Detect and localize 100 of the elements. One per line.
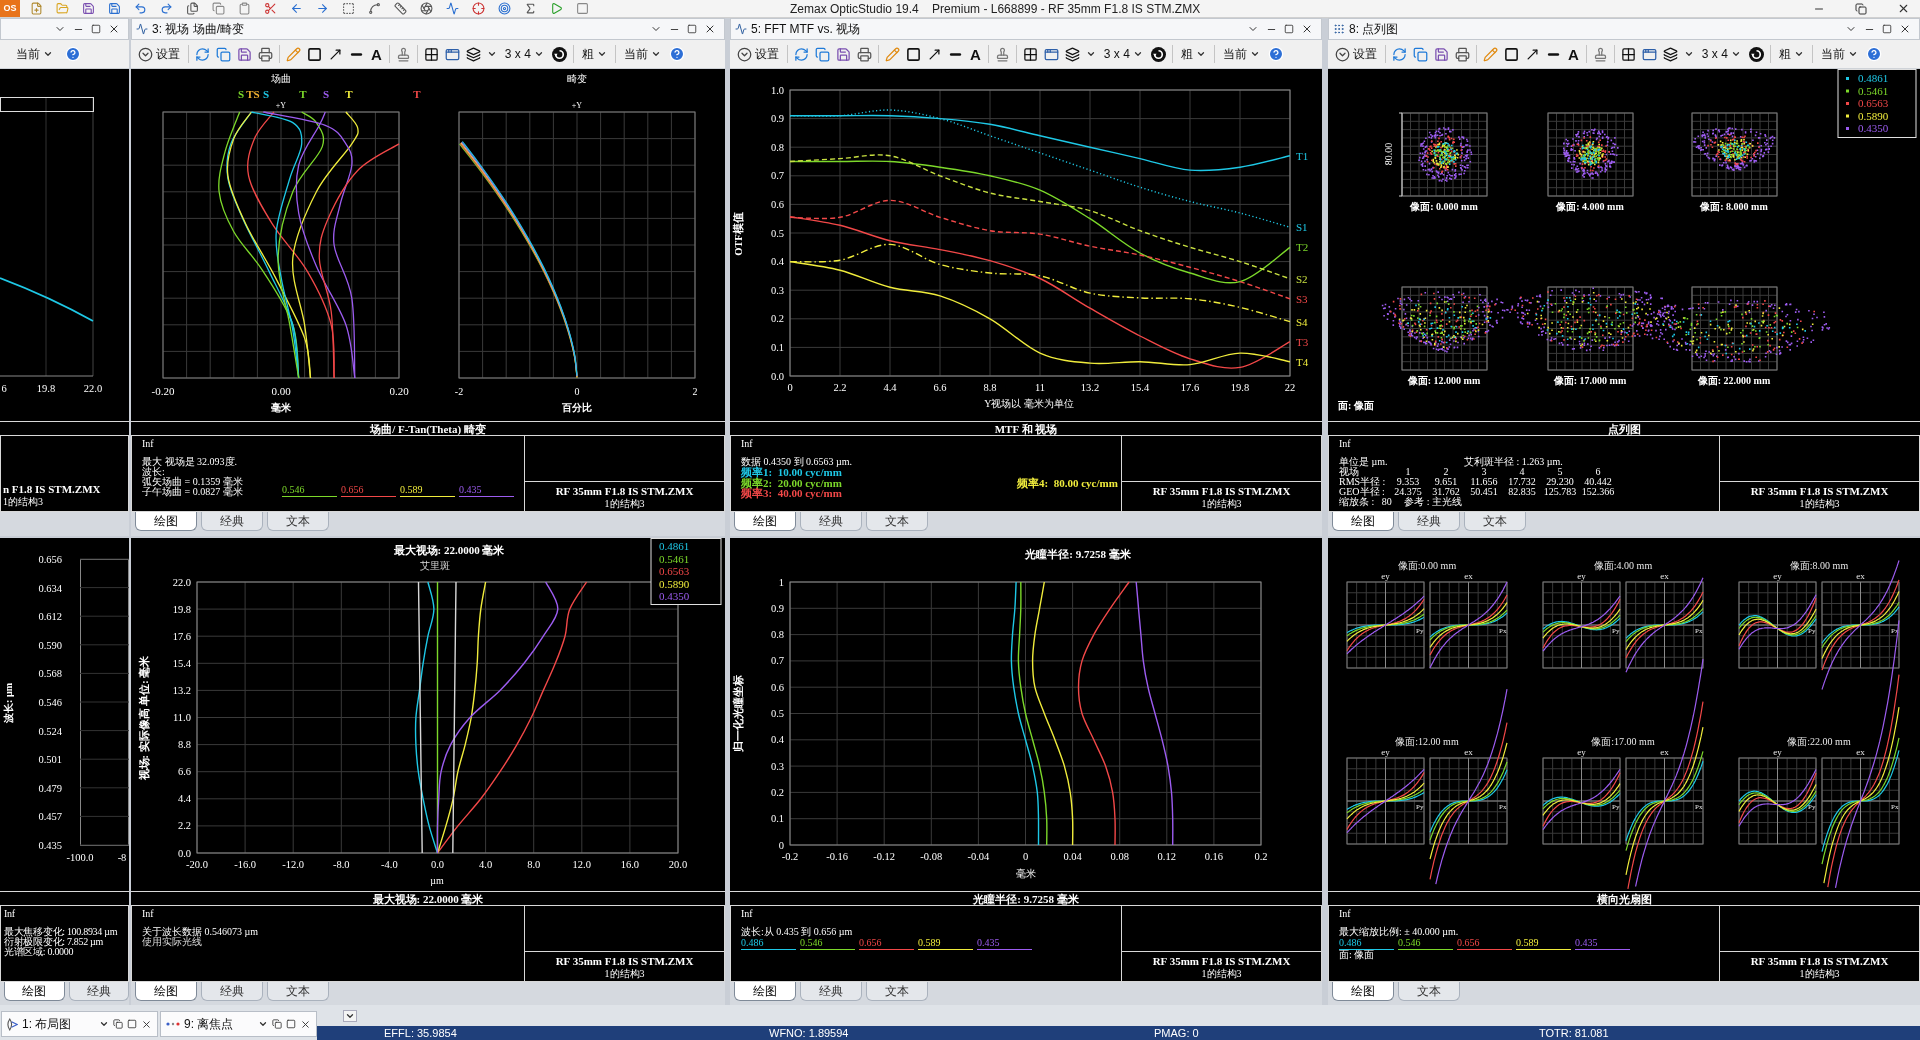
help-icon[interactable]	[1865, 46, 1882, 62]
close-icon[interactable]	[108, 23, 120, 35]
help-icon[interactable]	[668, 46, 685, 62]
ruler-icon[interactable]	[394, 2, 407, 15]
text-tool-button[interactable]: A	[1567, 46, 1580, 62]
play-icon[interactable]	[550, 2, 563, 15]
clipboard-icon[interactable]	[238, 2, 251, 15]
save-icon[interactable]	[108, 2, 121, 15]
tab[interactable]: 经典	[68, 982, 129, 1001]
rectangle-icon[interactable]	[906, 46, 921, 62]
config-dropdown[interactable]: 当前	[1818, 43, 1860, 65]
stamp-icon[interactable]	[994, 46, 1010, 62]
stamp-icon[interactable]	[1592, 46, 1608, 62]
arrow-icon[interactable]	[927, 46, 942, 62]
tab[interactable]: 经典	[1398, 512, 1460, 531]
crosshair-icon[interactable]	[472, 2, 485, 15]
arrow-left-icon[interactable]	[290, 2, 303, 15]
circular-arrow-icon[interactable]	[551, 46, 567, 62]
restore-icon[interactable]	[272, 1019, 282, 1029]
copy-icon[interactable]	[212, 2, 225, 15]
tab[interactable]: 经典	[201, 982, 263, 1001]
layers-icon[interactable]	[1662, 46, 1678, 62]
layout-dropdown[interactable]: 3 x 4	[1101, 43, 1145, 65]
print-icon[interactable]	[1455, 46, 1470, 62]
maximize-icon[interactable]	[91, 24, 101, 34]
arrow-icon[interactable]	[328, 46, 343, 62]
wave-icon[interactable]	[446, 2, 459, 15]
layers-icon[interactable]	[465, 46, 481, 62]
rectangle-icon[interactable]	[1504, 46, 1519, 62]
caret-icon[interactable]	[99, 1019, 109, 1029]
documents-icon[interactable]	[186, 2, 199, 15]
tab[interactable]: 绘图	[734, 982, 796, 1001]
help-icon[interactable]	[65, 46, 81, 62]
close-icon[interactable]	[704, 23, 716, 35]
restore-icon[interactable]	[113, 1019, 123, 1029]
undo-icon[interactable]	[134, 2, 147, 15]
grid-icon[interactable]	[423, 46, 439, 62]
tab[interactable]: 经典	[800, 982, 862, 1001]
text-tool-button[interactable]: A	[370, 46, 383, 62]
maximize-icon[interactable]	[286, 1019, 296, 1029]
window-icon[interactable]	[1043, 46, 1059, 62]
save-icon[interactable]	[237, 46, 252, 62]
close-icon[interactable]	[1899, 23, 1911, 35]
arrow-icon[interactable]	[1525, 46, 1540, 62]
arrow-right-icon[interactable]	[316, 2, 329, 15]
close-icon[interactable]	[1301, 23, 1313, 35]
config-dropdown[interactable]: 当前	[621, 43, 663, 65]
tab[interactable]: 文本	[267, 512, 329, 531]
tab[interactable]: 文本	[1464, 512, 1526, 531]
layers-icon[interactable]	[1064, 46, 1080, 62]
maximize-icon[interactable]	[687, 24, 697, 34]
rectangle-icon[interactable]	[307, 46, 322, 62]
maximize-icon[interactable]	[1882, 24, 1892, 34]
close-icon[interactable]	[300, 1018, 311, 1030]
save-icon[interactable]	[1434, 46, 1449, 62]
maximize-icon[interactable]	[127, 1019, 137, 1029]
close-icon[interactable]	[141, 1018, 152, 1030]
window-tab[interactable]: 1: 布局图	[1, 1011, 158, 1037]
tab[interactable]: 经典	[800, 512, 862, 531]
print-icon[interactable]	[258, 46, 273, 62]
stamp-icon[interactable]	[395, 46, 411, 62]
close-icon[interactable]	[1897, 2, 1910, 15]
line-weight-dropdown[interactable]: 粗	[579, 43, 609, 65]
sigma-icon[interactable]	[524, 2, 537, 15]
restore-icon[interactable]	[1855, 2, 1867, 15]
tab[interactable]: 绘图	[1332, 982, 1394, 1001]
text-tool-button[interactable]: A	[969, 46, 982, 62]
maximize-icon[interactable]	[1284, 24, 1294, 34]
stop-icon[interactable]	[576, 2, 589, 15]
refresh-icon[interactable]	[1392, 46, 1407, 62]
settings-button[interactable]: 设置	[735, 43, 781, 65]
print-icon[interactable]	[857, 46, 872, 62]
layout-dropdown[interactable]: 3 x 4	[1699, 43, 1743, 65]
copy-icon[interactable]	[1413, 46, 1428, 62]
refresh-icon[interactable]	[195, 46, 210, 62]
help-icon[interactable]	[1267, 46, 1284, 62]
grid-icon[interactable]	[1022, 46, 1038, 62]
tab[interactable]: 文本	[866, 512, 928, 531]
circular-arrow-icon[interactable]	[1748, 46, 1764, 62]
tab[interactable]: 经典	[201, 512, 263, 531]
window-icon[interactable]	[444, 46, 460, 62]
window-icon[interactable]	[1641, 46, 1657, 62]
caret-icon[interactable]	[258, 1019, 268, 1029]
new-file-icon[interactable]	[30, 2, 43, 15]
window-tab[interactable]: 9: 离焦点	[160, 1011, 317, 1037]
save-icon[interactable]	[836, 46, 851, 62]
tab[interactable]: 绘图	[135, 512, 197, 531]
config-dropdown[interactable]: 当前	[1220, 43, 1262, 65]
aperture-icon[interactable]	[420, 2, 433, 15]
layout-dropdown[interactable]: 3 x 4	[502, 43, 546, 65]
grid-icon[interactable]	[1620, 46, 1636, 62]
target-icon[interactable]	[498, 2, 511, 15]
tab[interactable]: 绘图	[734, 512, 796, 531]
settings-button[interactable]: 设置	[1333, 43, 1379, 65]
scissors-icon[interactable]	[264, 2, 277, 15]
tab[interactable]: 绘图	[1332, 512, 1394, 531]
curve-icon[interactable]	[368, 2, 381, 15]
copy-icon[interactable]	[815, 46, 830, 62]
copy-icon[interactable]	[216, 46, 231, 62]
dashed-square-icon[interactable]	[342, 2, 355, 15]
